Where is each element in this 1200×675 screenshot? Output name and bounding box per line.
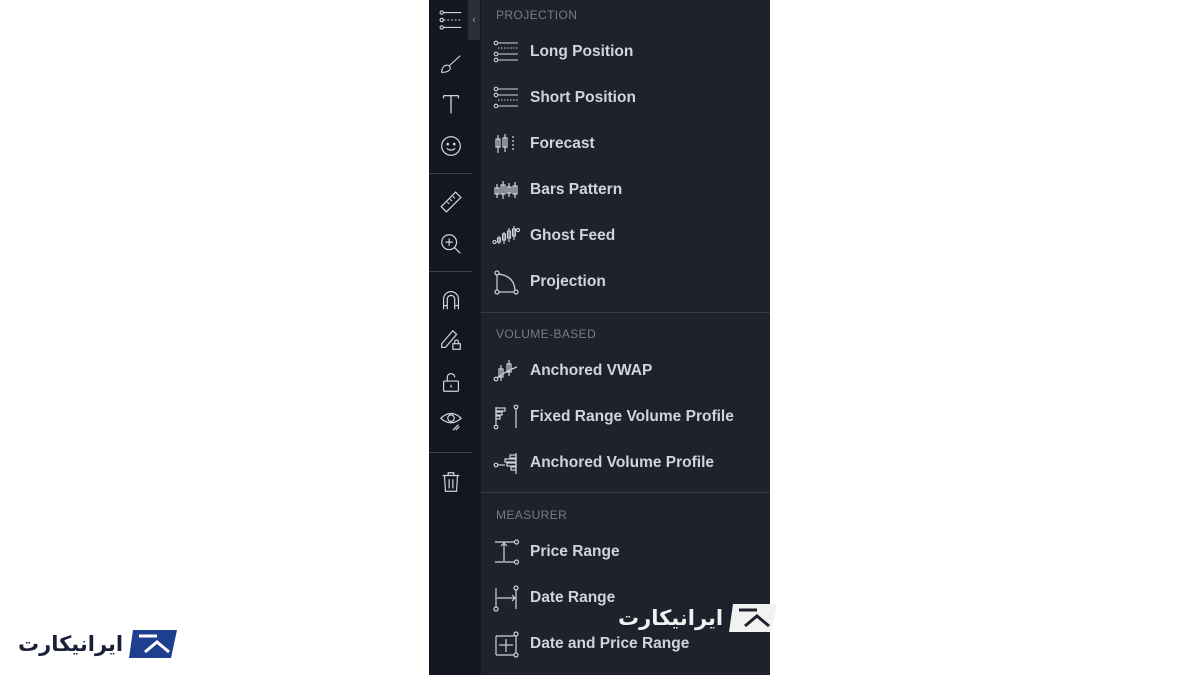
menu-item-label: Short Position — [530, 89, 636, 106]
emoji-icon[interactable] — [437, 132, 465, 160]
collapse-arrow[interactable]: ‹ — [468, 0, 480, 40]
watermark-logo-center: ایرانیکارت — [618, 600, 783, 636]
menu-item-label: Ghost Feed — [530, 227, 616, 244]
menu-item-label: Anchored VWAP — [530, 362, 653, 379]
toolbar-divider — [429, 271, 472, 272]
menu-item-label: Date and Price Range — [530, 635, 690, 652]
section-title-volume-based: VOLUME-BASED — [496, 327, 597, 341]
ruler-icon[interactable] — [437, 188, 465, 216]
drawing-tools-panel: ‹ PROJECTION Long Position Short Positio… — [429, 0, 770, 675]
menu-item-price-range[interactable]: Price Range — [481, 532, 770, 572]
bars-pattern-icon — [491, 175, 521, 205]
section-divider — [481, 312, 770, 313]
menu-item-label: Long Position — [530, 43, 634, 60]
menu-item-anchored-volume-profile[interactable]: Anchored Volume Profile — [481, 443, 770, 483]
date-and-price-range-icon — [491, 629, 521, 659]
projection-icon — [491, 267, 521, 297]
menu-item-label: Forecast — [530, 135, 595, 152]
eye-icon[interactable] — [437, 406, 465, 434]
menu-item-label: Bars Pattern — [530, 181, 623, 198]
menu-item-label: Date Range — [530, 589, 616, 606]
long-position-icon — [491, 37, 521, 67]
lock-icon[interactable] — [437, 368, 465, 396]
trash-icon[interactable] — [437, 468, 465, 496]
ghost-feed-icon — [491, 221, 521, 251]
menu-item-bars-pattern[interactable]: Bars Pattern — [481, 170, 770, 210]
anchored-volume-profile-icon — [491, 448, 521, 478]
zoom-in-icon[interactable] — [437, 230, 465, 258]
menu-item-ghost-feed[interactable]: Ghost Feed — [481, 216, 770, 256]
anchored-vwap-icon — [491, 356, 521, 386]
pencil-lock-icon[interactable] — [437, 326, 465, 354]
brand-logo-icon — [129, 630, 178, 658]
toolbar-divider — [429, 452, 472, 453]
section-title-measurer: MEASURER — [496, 508, 568, 522]
section-divider — [481, 492, 770, 493]
date-range-icon — [491, 583, 521, 613]
menu-item-anchored-vwap[interactable]: Anchored VWAP — [481, 351, 770, 391]
drawing-tools-menu: PROJECTION Long Position Short Position … — [481, 0, 770, 675]
menu-item-label: Anchored Volume Profile — [530, 454, 715, 471]
menu-item-label: Fixed Range Volume Profile — [530, 408, 734, 425]
text-icon[interactable] — [437, 90, 465, 118]
magnet-icon[interactable] — [437, 286, 465, 314]
brand-logo-icon — [729, 604, 778, 632]
watermark-text: ایرانیکارت — [618, 606, 724, 630]
left-toolbar: ‹ — [429, 0, 481, 675]
menu-item-label: Projection — [530, 273, 606, 290]
forecast-icon — [491, 129, 521, 159]
short-position-icon — [491, 83, 521, 113]
menu-item-forecast[interactable]: Forecast — [481, 124, 770, 164]
fixed-range-volume-profile-icon — [491, 402, 521, 432]
toolbar-divider — [429, 173, 472, 174]
section-title-projection: PROJECTION — [496, 8, 578, 22]
menu-item-long-position[interactable]: Long Position — [481, 32, 770, 72]
menu-item-short-position[interactable]: Short Position — [481, 78, 770, 118]
trend-line-tools-icon[interactable] — [437, 6, 465, 34]
price-range-icon — [491, 537, 521, 567]
menu-item-label: Price Range — [530, 543, 620, 560]
menu-item-projection[interactable]: Projection — [481, 262, 770, 302]
watermark-text: ایرانیکارت — [18, 632, 124, 656]
brush-icon[interactable] — [437, 50, 465, 78]
menu-item-fixed-range-volume-profile[interactable]: Fixed Range Volume Profile — [481, 397, 770, 437]
watermark-logo-bottom-left: ایرانیکارت — [18, 626, 183, 662]
